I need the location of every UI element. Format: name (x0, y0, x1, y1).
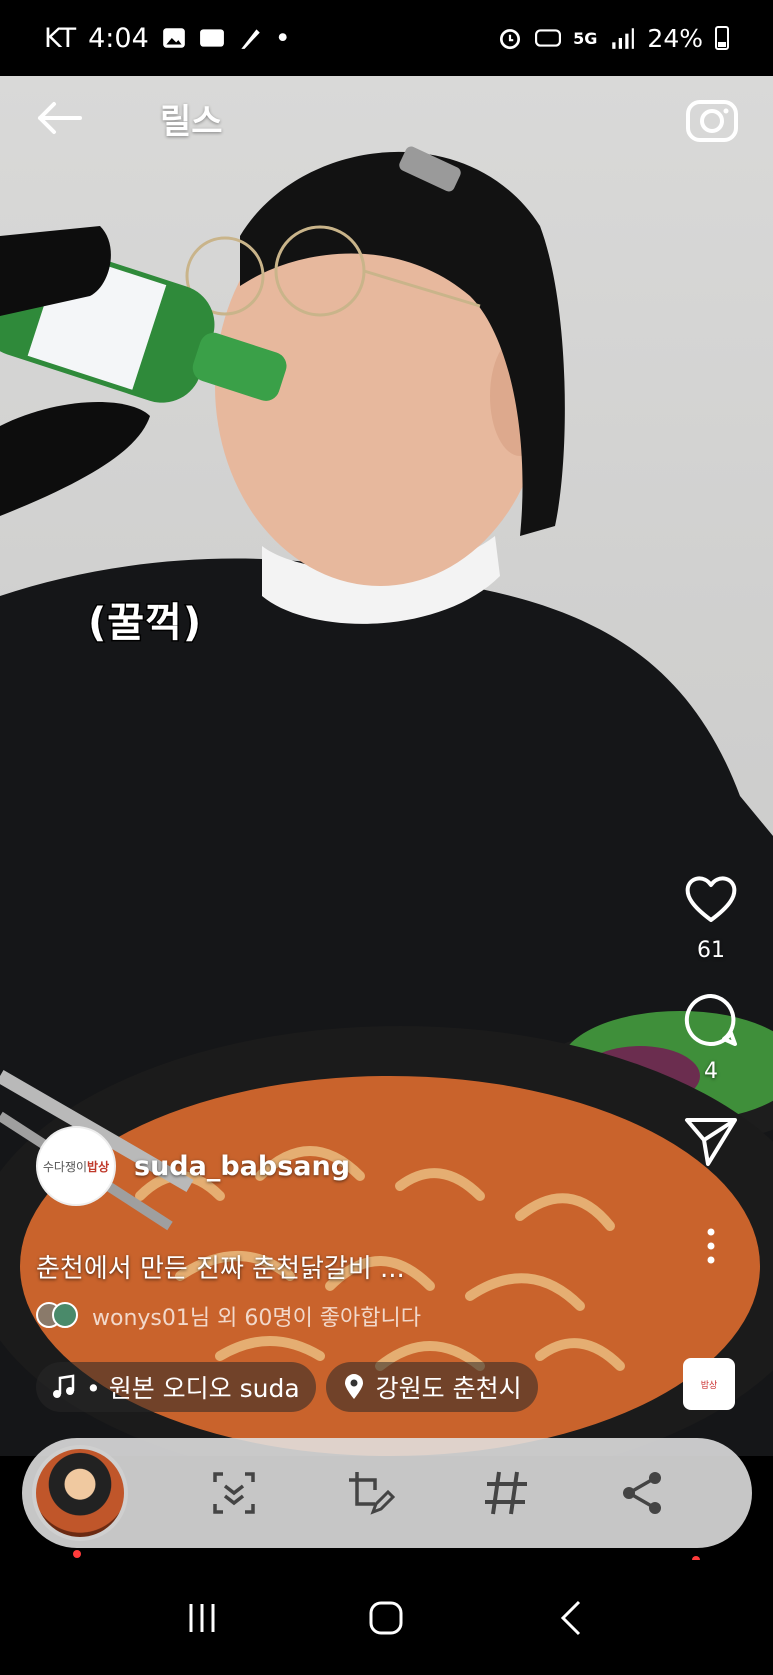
kia-connect-icon (199, 29, 224, 47)
music-note-icon (53, 1374, 75, 1398)
share-button[interactable] (612, 1463, 672, 1523)
username[interactable]: suda_babsang (134, 1151, 350, 1182)
reel-tags: • 원본 오디오 suda 강원도 춘천시 (36, 1362, 538, 1412)
share-plane-icon[interactable] (682, 1112, 740, 1170)
camera-icon[interactable] (685, 93, 739, 143)
screenshot-thumbnail[interactable] (32, 1445, 128, 1541)
reels-header: 릴스 (0, 76, 773, 160)
audio-tag[interactable]: • 원본 오디오 suda (36, 1362, 316, 1412)
liked-by-line[interactable]: wonys01님 외 60명이 좋아합니다 (36, 1300, 421, 1332)
signal-icon (612, 28, 635, 49)
avatar-text: 수다쟁이 (42, 1159, 88, 1174)
dot-indicator: • (274, 22, 291, 54)
heart-icon[interactable] (682, 870, 740, 928)
page-title: 릴스 (160, 101, 223, 142)
more-options-icon[interactable] (701, 1226, 721, 1266)
carrier-label: KT (44, 22, 77, 54)
alarm-icon (500, 29, 521, 50)
scroll-capture-button[interactable] (204, 1463, 264, 1523)
screenshot-toolbar (22, 1438, 752, 1548)
clock: 4:04 (88, 22, 149, 54)
recent-apps-icon[interactable] (182, 1598, 222, 1638)
comment-icon[interactable] (682, 991, 740, 1049)
hd-icon (535, 29, 562, 47)
audio-thumbnail[interactable]: 밥상 (683, 1358, 735, 1410)
post-description[interactable]: 춘천에서 만든 진짜 춘천닭갈비 ... (36, 1248, 405, 1285)
audio-label: • 원본 오디오 suda (86, 1374, 300, 1403)
back-arrow-icon[interactable] (34, 98, 84, 138)
avatar[interactable]: 수다쟁이 밥상 (36, 1126, 116, 1206)
home-icon[interactable] (366, 1598, 406, 1638)
share-icon (623, 1472, 661, 1514)
comments-count: 4 (704, 1059, 718, 1084)
network-label: 5G (573, 28, 598, 48)
video-caption-sticker: (꿀꺽) (86, 599, 203, 648)
post-author[interactable]: 수다쟁이 밥상 suda_babsang (36, 1126, 350, 1206)
liked-by-text: wonys01님 외 60명이 좋아합니다 (92, 1306, 422, 1331)
location-tag[interactable]: 강원도 춘천시 (325, 1362, 538, 1412)
notification-icon (241, 29, 260, 49)
reel-actions: 61 4 (679, 870, 743, 1266)
back-icon[interactable] (551, 1598, 591, 1638)
status-bar: KT 4:04 • 5G 24% (0, 0, 773, 76)
likes-count: 61 (697, 938, 725, 963)
crop-edit-icon (349, 1472, 395, 1515)
scroll-capture-icon (213, 1472, 255, 1514)
hashtag-icon (485, 1471, 527, 1515)
battery-percent: 24% (647, 23, 703, 53)
avatar-accent: 밥상 (87, 1159, 110, 1174)
map-pin-icon (344, 1374, 363, 1399)
liker-avatars (36, 1302, 80, 1330)
system-nav-bar (0, 1560, 773, 1675)
hashtag-button[interactable] (476, 1463, 536, 1523)
crop-edit-button[interactable] (340, 1463, 400, 1523)
location-label: 강원도 춘천시 (375, 1374, 522, 1403)
gallery-icon (162, 28, 185, 48)
red-indicator-dot (73, 1550, 81, 1558)
battery-icon (715, 26, 729, 50)
